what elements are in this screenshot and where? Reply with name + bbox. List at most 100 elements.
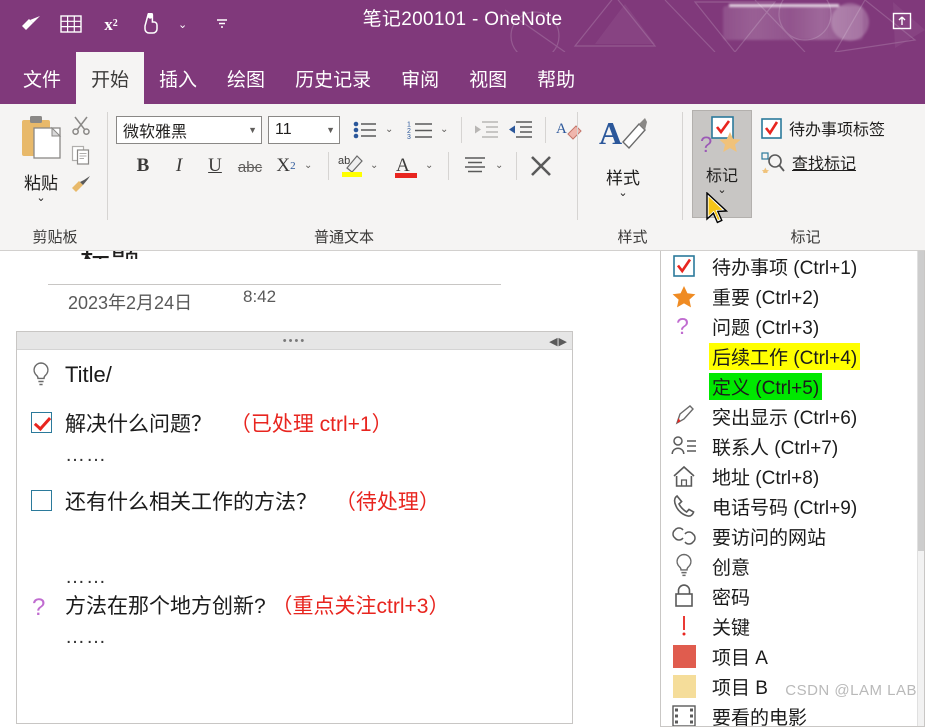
tab-insert[interactable]: 插入	[144, 52, 212, 104]
tab-history[interactable]: 历史记录	[280, 52, 386, 104]
tag-menu-item-project-a[interactable]: 项目 A	[661, 641, 924, 671]
note-drag-handle[interactable]: •••• ◀▶	[17, 332, 572, 350]
tab-draw[interactable]: 绘图	[212, 52, 280, 104]
checkbox-checked-icon[interactable]	[31, 410, 65, 433]
align-button[interactable]	[460, 152, 490, 180]
styles-icon: A	[599, 115, 647, 151]
tag-menu-item-todo[interactable]: 待办事项 (Ctrl+1)	[661, 251, 924, 281]
tag-menu-item-project-b[interactable]: 项目 B	[661, 671, 924, 701]
superscript-icon[interactable]: x2	[98, 11, 124, 37]
note-row-text[interactable]: ……	[65, 624, 107, 650]
chevron-down-icon[interactable]: ▼	[248, 125, 257, 135]
tab-file[interactable]: 文件	[8, 52, 76, 104]
note-body[interactable]: Title/ 解决什么问题？ （已处理 ctrl+1） …… 还有什么相关工作的…	[17, 350, 572, 650]
note-row-text[interactable]: ……	[65, 564, 107, 590]
bullet-list-icon	[353, 121, 376, 139]
chevron-down-icon[interactable]: ⌄	[717, 185, 726, 196]
tags-dropdown-menu[interactable]: 待办事项 (Ctrl+1) 重要 (Ctrl+2) ? 问题 (Ctrl+3) …	[660, 251, 925, 727]
tags-gallery-button[interactable]: ? 标记 ⌄	[692, 110, 752, 218]
tab-home[interactable]: 开始	[76, 52, 145, 104]
cut-button[interactable]	[68, 112, 94, 138]
note-row-todo-open[interactable]: 还有什么相关工作的方法？ （待处理）	[17, 488, 572, 518]
todo-tag-button[interactable]: 待办事项标签	[761, 116, 885, 140]
tag-menu-item-followup[interactable]: 后续工作 (Ctrl+4)	[661, 341, 924, 371]
note-row-dots-2[interactable]: ……	[17, 564, 572, 590]
tag-menu-item-idea[interactable]: 创意	[661, 551, 924, 581]
scrollbar-thumb[interactable]	[918, 251, 924, 551]
find-tags-button[interactable]: 查找标记	[761, 150, 856, 174]
question-mark-icon[interactable]: ?	[31, 592, 65, 620]
touch-mode-icon[interactable]	[138, 11, 164, 37]
font-name-combo[interactable]: 微软雅黑 ▼	[116, 116, 262, 144]
swatch-red-icon	[669, 643, 699, 669]
numbering-button[interactable]: 1 2 3	[405, 117, 435, 143]
tag-menu-item-password[interactable]: 密码	[661, 581, 924, 611]
note-row-question[interactable]: ? 方法在那个地方创新? （重点关注ctrl+3）	[17, 592, 572, 622]
chevron-down-icon[interactable]: ⌄	[440, 124, 448, 135]
chevron-down-icon[interactable]: ⌄	[178, 18, 187, 31]
strikethrough-button[interactable]: abc	[236, 153, 264, 181]
tag-menu-label: 联系人 (Ctrl+7)	[712, 437, 839, 459]
italic-button[interactable]: I	[166, 152, 192, 180]
lightbulb-icon	[31, 360, 65, 388]
bullets-button[interactable]	[351, 117, 379, 143]
page-title[interactable]: 标题	[80, 251, 140, 259]
page-time[interactable]: 8:42	[243, 287, 276, 307]
note-row-dots-1[interactable]: ……	[17, 442, 572, 468]
svg-text:A: A	[556, 121, 567, 137]
chevron-down-icon[interactable]: ⌄	[495, 160, 503, 171]
tab-view[interactable]: 视图	[454, 52, 522, 104]
ribbon-display-options-icon[interactable]	[887, 8, 917, 34]
note-row-title[interactable]: Title/	[17, 360, 572, 390]
tag-menu-item-website[interactable]: 要访问的网站	[661, 521, 924, 551]
tag-menu-item-critical[interactable]: 关键	[661, 611, 924, 641]
tag-menu-item-contact[interactable]: 联系人 (Ctrl+7)	[661, 431, 924, 461]
note-container[interactable]: •••• ◀▶ Title/ 解决什么问题？ （已处理 ctrl+1） …… 还…	[16, 331, 573, 724]
styles-button[interactable]: A 样式 ⌄	[588, 112, 658, 212]
note-row-text: 方法在那个地方创新?	[65, 595, 266, 618]
copy-button[interactable]	[68, 142, 94, 168]
chevron-down-icon[interactable]: ⌄	[370, 160, 378, 171]
tag-menu-label: 关键	[712, 617, 751, 639]
tag-menu-item-important[interactable]: 重要 (Ctrl+2)	[661, 281, 924, 311]
tag-menu-item-address[interactable]: 地址 (Ctrl+8)	[661, 461, 924, 491]
table-icon[interactable]	[58, 11, 84, 37]
format-painter-icon[interactable]	[18, 11, 44, 37]
chevron-down-icon[interactable]: ⌄	[618, 188, 627, 199]
note-row-text[interactable]: ……	[65, 442, 107, 468]
subscript-button[interactable]: X2	[272, 152, 300, 180]
note-title-text[interactable]: Title/	[65, 360, 112, 390]
tag-menu-item-question[interactable]: ? 问题 (Ctrl+3)	[661, 311, 924, 341]
tab-review[interactable]: 审阅	[386, 52, 454, 104]
font-color-button[interactable]: A	[391, 151, 421, 181]
chevron-down-icon[interactable]: ⌄	[304, 160, 312, 171]
chevron-down-icon[interactable]: ⌄	[36, 193, 45, 204]
note-row-dots-3[interactable]: ……	[17, 624, 572, 650]
paste-button[interactable]: 粘贴 ⌄	[8, 110, 74, 214]
note-page[interactable]: 标题 2023年2月24日 8:42 •••• ◀▶ Title/	[0, 251, 660, 727]
decrease-indent-button[interactable]	[471, 117, 501, 143]
chevron-down-icon[interactable]: ▼	[326, 125, 335, 135]
note-resize-arrows-icon[interactable]: ◀▶	[549, 335, 568, 348]
font-size-combo[interactable]: 11 ▼	[268, 116, 340, 144]
increase-indent-button[interactable]	[505, 117, 535, 143]
format-painter-button[interactable]	[68, 172, 94, 198]
qat-overflow-icon[interactable]	[215, 17, 229, 31]
clear-all-formatting-button[interactable]	[526, 152, 556, 180]
tag-menu-item-phone[interactable]: 电话号码 (Ctrl+9)	[661, 491, 924, 521]
tag-menu-item-definition[interactable]: 定义 (Ctrl+5)	[661, 371, 924, 401]
text-highlight-button[interactable]: ab	[336, 151, 366, 181]
checkbox-icon[interactable]	[31, 488, 65, 511]
note-row-todo-done[interactable]: 解决什么问题？ （已处理 ctrl+1）	[17, 410, 572, 440]
bold-button[interactable]: B	[130, 152, 156, 180]
chevron-down-icon[interactable]: ⌄	[385, 124, 393, 135]
tab-help[interactable]: 帮助	[522, 52, 590, 104]
increase-indent-icon	[509, 121, 532, 138]
page-date[interactable]: 2023年2月24日	[68, 289, 192, 315]
tag-menu-item-highlight[interactable]: 突出显示 (Ctrl+6)	[661, 401, 924, 431]
tags-dropdown-scrollbar[interactable]	[917, 251, 924, 726]
chevron-down-icon[interactable]: ⌄	[425, 160, 433, 171]
none-icon	[31, 564, 65, 566]
underline-button[interactable]: U	[202, 152, 228, 180]
tag-menu-item-movie-to-see[interactable]: 要看的电影	[661, 701, 924, 726]
